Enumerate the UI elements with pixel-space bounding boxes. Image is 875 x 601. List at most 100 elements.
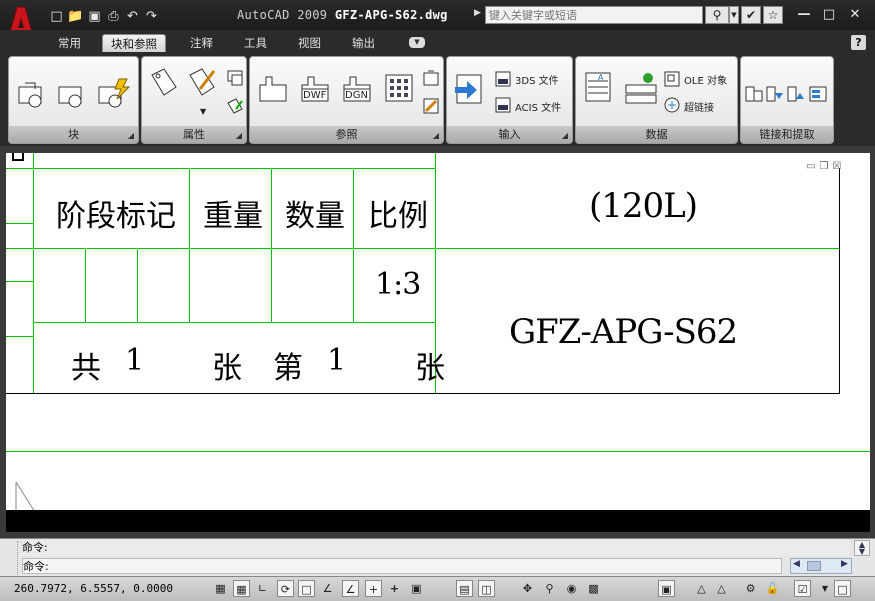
dynamic-input-icon[interactable]: + [365,580,382,597]
tab-tools[interactable]: 工具 [236,34,275,52]
snap-mode-icon[interactable]: ▦ [212,580,229,597]
panel-block-launcher-icon[interactable]: ◢ [128,131,134,140]
ortho-mode-icon[interactable]: ∟ [254,580,271,597]
attach-xref-icon[interactable] [256,71,290,105]
attributes-dropdown-icon[interactable]: ▼ [200,107,206,116]
define-attributes-icon[interactable] [148,67,180,99]
title-block-scale-header: 比例 [368,199,428,234]
panel-block-title: 块 [9,126,138,143]
viewport-minimize-icon[interactable]: ▭ [806,161,815,172]
edit-block-icon[interactable] [97,77,131,109]
command-line-grip[interactable] [4,541,18,575]
annotation-visibility-icon[interactable]: △ [713,580,730,597]
extract-data-icon[interactable] [745,85,763,103]
sync-attributes-icon[interactable] [226,97,244,115]
maximize-icon[interactable]: □ [820,7,838,22]
coordinate-readout[interactable]: 260.7972, 6.5557, 0.0000 [14,582,173,595]
search-icon[interactable]: ⚲ [705,6,729,24]
drawing-canvas[interactable]: 阶段标记 重量 数量 比例 1:3 (120L) GFZ-APG-S62 共 1… [6,153,870,532]
maximize-viewport-icon[interactable]: ▣ [658,580,675,597]
attribute-manager-icon[interactable] [226,69,244,87]
communication-center-icon[interactable]: ✔ [741,6,761,24]
scroll-left-icon[interactable]: ◀ [793,559,800,569]
update-fields-icon[interactable] [766,85,784,103]
dynamic-ucs-icon[interactable]: ∠ [342,580,359,597]
edit-reference-icon[interactable] [422,97,440,115]
grid-display-icon[interactable]: ▦ [233,580,250,597]
favorites-star-icon[interactable]: ☆ [763,6,783,24]
panel-attributes-launcher-icon[interactable]: ◢ [236,131,242,140]
open-icon[interactable]: 📁 [67,8,84,25]
import-acis-label[interactable]: ACIS 文件 [515,99,561,114]
title-bar: □ 📁 ▣ ⎙ ↶ ↷ AutoCAD 2009 GFZ-APG-S62.dwg… [0,0,875,30]
panel-link-extract-title: 链接和提取 [741,126,833,143]
panel-reference: DWF DGN 参照 ◢ [249,56,444,144]
tab-home[interactable]: 常用 [50,34,89,52]
import-acis-icon[interactable] [495,97,511,113]
viewport-close-icon[interactable]: ☒ [832,161,841,172]
hyperlink-label[interactable]: 超链接 [684,99,714,114]
workspace-switching-icon[interactable]: ⚙ [742,580,759,597]
attach-image-icon[interactable] [384,73,414,103]
help-button[interactable]: ? [851,35,866,50]
ole-object-label[interactable]: OLE 对象 [684,72,727,87]
annotation-scale-icon[interactable]: △ [693,580,710,597]
insert-block-icon[interactable] [17,79,49,109]
search-dropdown-icon[interactable]: ▼ [729,6,739,24]
minimize-icon[interactable]: — [795,7,813,22]
steering-wheel-icon[interactable]: ◉ [563,580,580,597]
pan-icon[interactable]: ✥ [519,580,536,597]
new-icon[interactable]: □ [48,8,65,25]
command-scroll-icon[interactable]: ▲ ▼ [854,540,870,556]
scroll-right-icon[interactable]: ▶ [841,559,848,569]
show-motion-icon[interactable]: ▩ [585,580,602,597]
close-icon[interactable]: ✕ [846,7,864,22]
lineweight-icon[interactable]: + [386,580,403,597]
hyperlink-icon[interactable] [664,97,680,113]
model-space-icon[interactable]: ▤ [456,580,473,597]
tab-view[interactable]: 视图 [290,34,329,52]
object-snap-tracking-icon[interactable]: ∠ [319,580,336,597]
clip-icon[interactable] [422,69,440,87]
panel-reference-title: 参照 [250,126,443,143]
data-link-icon[interactable] [624,71,660,107]
upload-data-icon[interactable] [787,85,805,103]
table-icon[interactable]: A [582,71,614,103]
undo-icon[interactable]: ↶ [124,8,141,25]
redo-icon[interactable]: ↷ [143,8,160,25]
tab-annotate[interactable]: 注释 [182,34,221,52]
quick-properties-icon[interactable]: ▣ [408,580,425,597]
import-3ds-icon[interactable] [495,71,511,87]
command-horizontal-scrollbar[interactable]: ◀ ▶ [790,558,852,574]
quick-access-toolbar: □ 📁 ▣ ⎙ ↶ ↷ [48,8,160,26]
tab-blocks-references[interactable]: 块和参照 [102,34,166,52]
search-input[interactable] [485,6,703,24]
panel-import-launcher-icon[interactable]: ◢ [562,131,568,140]
scroll-thumb[interactable] [807,561,821,571]
object-snap-icon[interactable]: □ [298,580,315,597]
layout-icon[interactable]: ◫ [478,580,495,597]
clean-screen-icon[interactable]: □ [834,580,851,597]
data-link-manager-icon[interactable] [809,85,827,103]
grid-line [6,281,33,282]
layout-tab-bar [6,510,870,532]
tab-output[interactable]: 输出 [344,34,383,52]
search-expand-icon[interactable]: ▶ [474,8,481,18]
ole-object-icon[interactable] [664,71,680,87]
edit-attributes-icon[interactable] [186,67,218,99]
save-icon[interactable]: ▣ [86,8,103,25]
import-3ds-label[interactable]: 3DS 文件 [515,72,559,87]
ribbon-minimize-icon[interactable]: ▼ [409,37,425,48]
print-icon[interactable]: ⎙ [105,8,122,25]
zoom-icon[interactable]: ⚲ [541,580,558,597]
status-bar-menu-icon[interactable]: ▼ [820,580,830,597]
viewport-restore-icon[interactable]: ❐ [819,161,828,172]
polar-tracking-icon[interactable]: ⟳ [277,580,294,597]
import-icon[interactable] [453,73,485,105]
status-tray-settings-icon[interactable]: ☑ [794,580,811,597]
create-block-icon[interactable] [57,79,89,109]
title-block-total-sheets: 1 [125,343,145,378]
toolbar-lock-icon[interactable]: 🔓 [764,580,781,597]
panel-reference-launcher-icon[interactable]: ◢ [433,131,439,140]
command-input[interactable]: 命令: [22,558,782,574]
